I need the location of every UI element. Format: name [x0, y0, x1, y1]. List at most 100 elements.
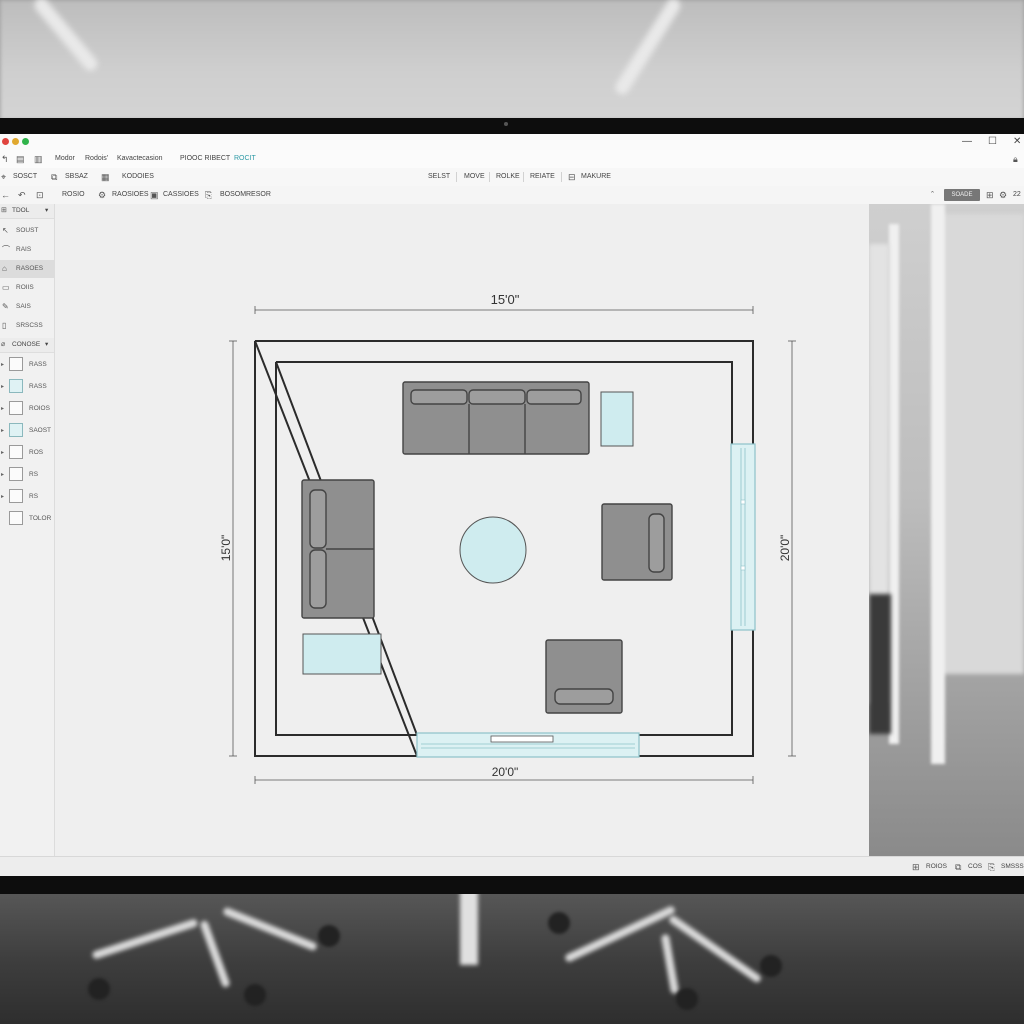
minimize-dot-button[interactable]: [12, 138, 19, 145]
coffee-table[interactable]: [459, 516, 527, 584]
chevron-down-icon[interactable]: ▾: [45, 204, 48, 218]
layer-row[interactable]: ▸ RS: [0, 486, 54, 508]
layer-row[interactable]: ▸ SAOST: [0, 420, 54, 442]
calendar-icon[interactable]: ▣: [150, 186, 159, 204]
edit-icon[interactable]: ▥: [34, 150, 43, 168]
close-icon[interactable]: ✕: [1013, 135, 1021, 149]
office-window-view: [869, 204, 1024, 856]
menu-item-modor[interactable]: Modor: [55, 150, 75, 168]
caret-right-icon[interactable]: ▸: [1, 354, 4, 376]
mode-rolke[interactable]: ROLKE: [496, 168, 520, 186]
layer-row[interactable]: ▸ RASS: [0, 376, 54, 398]
armchair-right[interactable]: [601, 503, 673, 581]
sliding-door-bottom[interactable]: [416, 732, 640, 758]
grid-icon[interactable]: ⊞: [912, 857, 920, 876]
grid-view-icon[interactable]: ⊞: [986, 186, 994, 204]
tools-panel-header[interactable]: ⊞ TDOL ▾: [0, 204, 54, 219]
maximize-icon[interactable]: ☐: [988, 135, 997, 149]
export-icon[interactable]: ⎘: [205, 186, 212, 204]
chair-wheel: [760, 955, 782, 977]
ruler-icon[interactable]: ⊟: [568, 168, 576, 186]
layers-icon[interactable]: ⧉: [51, 168, 57, 186]
tool-spaces[interactable]: ▯ SRSCSS: [0, 317, 54, 335]
room-icon: ⌂: [2, 264, 7, 273]
back-arrow-icon[interactable]: ←: [1, 186, 10, 204]
mode-select[interactable]: SELST: [428, 168, 450, 186]
status-item-smsss[interactable]: SMSSS: [1001, 857, 1024, 876]
sidebar: ⊞ TDOL ▾ ↖ SOUST ⌒ RAIS ⌂ RASOES ▭ ROIIS…: [0, 204, 55, 856]
armchair-bottom[interactable]: [545, 639, 623, 714]
layers-icon[interactable]: ⧉: [955, 857, 961, 876]
caret-right-icon[interactable]: ▸: [1, 376, 4, 398]
mode-reiate[interactable]: REIATE: [530, 168, 555, 186]
save-icon[interactable]: ⊡: [36, 186, 44, 204]
layer-swatch: [9, 489, 23, 503]
separator: [456, 172, 457, 182]
cursor-icon[interactable]: ⌖: [1, 168, 6, 186]
file-icon[interactable]: ▤: [16, 150, 25, 168]
layers-panel-header[interactable]: ⌀ CONOSE ▾: [0, 338, 54, 353]
tool-doors[interactable]: ▭ ROIIS: [0, 279, 54, 297]
toolbar-item-sbsaz[interactable]: SBSAZ: [65, 168, 88, 186]
webcam: [504, 122, 508, 126]
sofa-left[interactable]: [301, 479, 375, 619]
status-item-roios[interactable]: ROIOS: [926, 857, 947, 876]
chevron-up-icon[interactable]: ˆ: [931, 186, 934, 204]
menu-item-kavactecasion[interactable]: Kavactecasion: [117, 150, 163, 168]
mode-move[interactable]: MOVE: [464, 168, 485, 186]
toolbar-item-raosioes[interactable]: RAOSIOES: [112, 186, 149, 204]
back-arrow-icon[interactable]: ↰: [1, 150, 9, 168]
floor-plan: 15'0" 15'0" 20'0" 20'0": [219, 292, 796, 784]
sofa-top[interactable]: [402, 381, 590, 455]
settings-icon[interactable]: ⚙: [999, 186, 1007, 204]
toolbar-item-select[interactable]: SOSCT: [13, 168, 37, 186]
window-right[interactable]: [730, 443, 756, 631]
close-dot-button[interactable]: [2, 138, 9, 145]
settings-icon[interactable]: ⚙: [98, 186, 106, 204]
minimize-icon[interactable]: —: [962, 135, 972, 149]
menu-item-rocit[interactable]: ROCIT: [234, 150, 256, 168]
rug[interactable]: [302, 633, 382, 675]
toolbar-item-bosom[interactable]: BOSOM: [220, 186, 246, 204]
caret-right-icon[interactable]: ▸: [1, 486, 4, 508]
layer-row[interactable]: ▸ ROS: [0, 442, 54, 464]
drawing-canvas[interactable]: 15'0" 15'0" 20'0" 20'0": [55, 204, 869, 856]
toolbar-item-kodoies[interactable]: KODOIES: [122, 168, 154, 186]
tool-walls[interactable]: ⌒ RAIS: [0, 241, 54, 259]
undo-icon[interactable]: ↶: [18, 186, 26, 204]
status-item-cos[interactable]: COS: [968, 857, 982, 876]
layers-header-label: CONOSE: [12, 341, 41, 348]
layer-row[interactable]: ▸ RASS: [0, 354, 54, 376]
layer-row[interactable]: ▸ ROIOS: [0, 398, 54, 420]
layer-row[interactable]: ▸ RS: [0, 464, 54, 486]
caret-right-icon[interactable]: ▸: [1, 398, 4, 420]
lock-icon[interactable]: 🔒︎: [1013, 150, 1018, 168]
wall-icon: ⌒: [2, 245, 10, 254]
caret-right-icon[interactable]: ▸: [1, 442, 4, 464]
caret-right-icon[interactable]: ▸: [1, 420, 4, 442]
maximize-dot-button[interactable]: [22, 138, 29, 145]
search-button[interactable]: SOADE: [944, 189, 980, 201]
layer-swatch: [9, 357, 23, 371]
export-icon[interactable]: ⎘: [988, 857, 995, 876]
layer-row[interactable]: TOLOR: [0, 508, 54, 530]
window-glass: [939, 214, 1024, 674]
toolbar-item-resor[interactable]: RESOR: [246, 186, 271, 204]
door-icon: ▭: [2, 283, 10, 292]
tool-label: RAIS: [16, 246, 32, 253]
tool-rooms[interactable]: ⌂ RASOES: [0, 260, 54, 278]
menu-item-rodois[interactable]: Rodois': [85, 150, 108, 168]
toolbar-item-cassioes[interactable]: CASSIOES: [163, 186, 199, 204]
tool-draw[interactable]: ✎ SAIS: [0, 298, 54, 316]
zoom-level[interactable]: 22: [1013, 186, 1021, 204]
caret-right-icon[interactable]: ▸: [1, 464, 4, 486]
tool-select[interactable]: ↖ SOUST: [0, 222, 54, 240]
menu-item-piooc-ribect[interactable]: PIOOC RIBECT: [180, 150, 230, 168]
side-table[interactable]: [600, 391, 634, 447]
chevron-down-icon[interactable]: ▾: [45, 338, 48, 352]
toolbar-item-rosio[interactable]: ROSIO: [62, 186, 85, 204]
layers-icon: ⌀: [1, 341, 6, 348]
mode-makure[interactable]: MAKURE: [581, 168, 611, 186]
dimension-label-right: 20'0": [778, 535, 792, 562]
grid-icon[interactable]: ▦: [101, 168, 110, 186]
